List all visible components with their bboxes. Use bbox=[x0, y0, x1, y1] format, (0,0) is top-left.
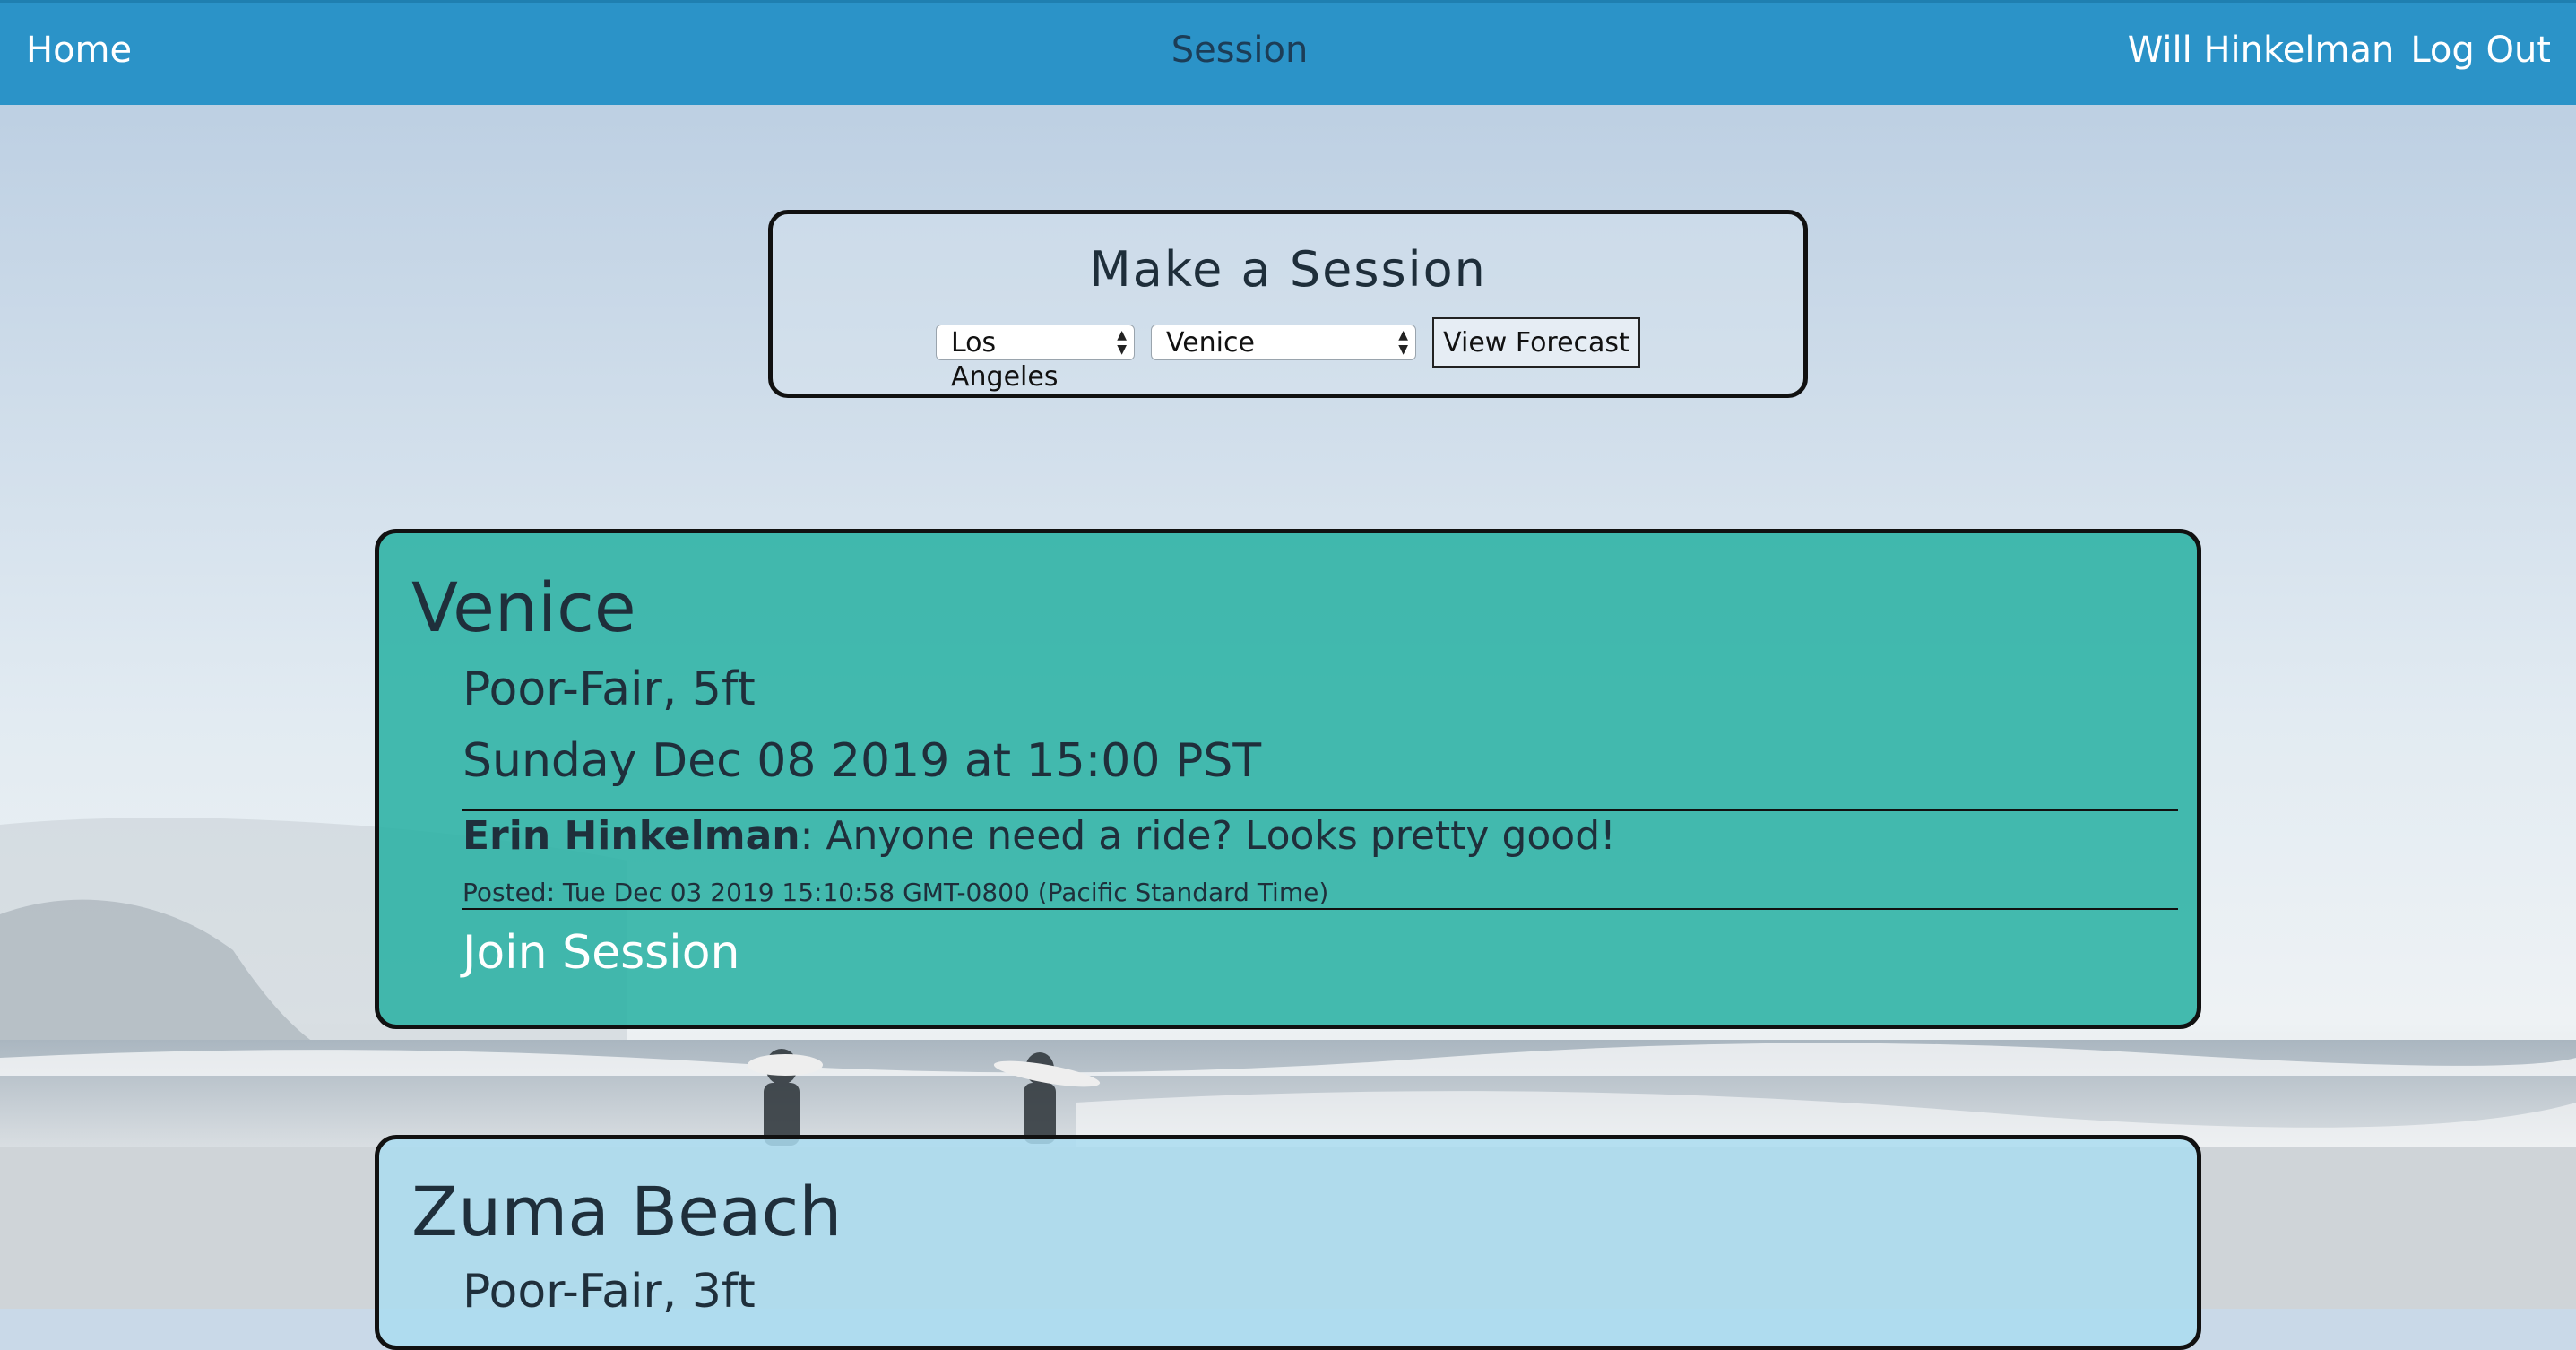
city-select[interactable]: Los Angeles ▲ ▼ bbox=[936, 325, 1135, 393]
select-arrows-icon: ▲ ▼ bbox=[1398, 328, 1408, 357]
page-title: Session bbox=[1171, 30, 1309, 71]
spot-select-value: Venice bbox=[1166, 327, 1255, 359]
spot-select[interactable]: Venice ▲ ▼ bbox=[1151, 325, 1416, 360]
session-conditions: Poor-Fair, 5ft bbox=[462, 662, 756, 716]
top-nav-bar: Home Session Will Hinkelman Log Out bbox=[0, 0, 2576, 105]
session-card: Venice Poor-Fair, 5ft Sunday Dec 08 2019… bbox=[375, 529, 2201, 1029]
make-session-panel: Make a Session Los Angeles ▲ ▼ Venice ▲ ▼ … bbox=[768, 210, 1808, 398]
session-spot-name: Zuma Beach bbox=[411, 1172, 843, 1251]
session-comment: Erin Hinkelman: Anyone need a ride? Look… bbox=[462, 809, 2178, 910]
city-select-value: Los Angeles bbox=[951, 327, 1059, 393]
comment-line: Erin Hinkelman: Anyone need a ride? Look… bbox=[462, 813, 1616, 859]
comment-separator: : bbox=[800, 813, 814, 859]
join-session-button[interactable]: Join Session bbox=[462, 926, 740, 980]
view-forecast-button[interactable]: View Forecast bbox=[1432, 317, 1640, 368]
comment-author: Erin Hinkelman bbox=[462, 813, 800, 859]
user-menu: Will Hinkelman Log Out bbox=[2112, 30, 2551, 71]
session-card: Zuma Beach Poor-Fair, 3ft bbox=[375, 1135, 2201, 1350]
session-conditions: Poor-Fair, 3ft bbox=[462, 1265, 756, 1319]
session-spot-name: Venice bbox=[411, 567, 636, 647]
make-session-title: Make a Session bbox=[1089, 241, 1487, 298]
comment-posted-time: Posted: Tue Dec 03 2019 15:10:58 GMT-080… bbox=[462, 878, 1329, 907]
comment-text: Anyone need a ride? Looks pretty good! bbox=[813, 813, 1616, 859]
make-session-controls: Los Angeles ▲ ▼ Venice ▲ ▼ View Forecast bbox=[773, 317, 1803, 393]
user-name-link[interactable]: Will Hinkelman bbox=[2128, 30, 2395, 71]
select-arrows-icon: ▲ ▼ bbox=[1117, 328, 1127, 357]
session-time: Sunday Dec 08 2019 at 15:00 PST bbox=[462, 734, 1262, 788]
logout-link[interactable]: Log Out bbox=[2410, 30, 2551, 71]
